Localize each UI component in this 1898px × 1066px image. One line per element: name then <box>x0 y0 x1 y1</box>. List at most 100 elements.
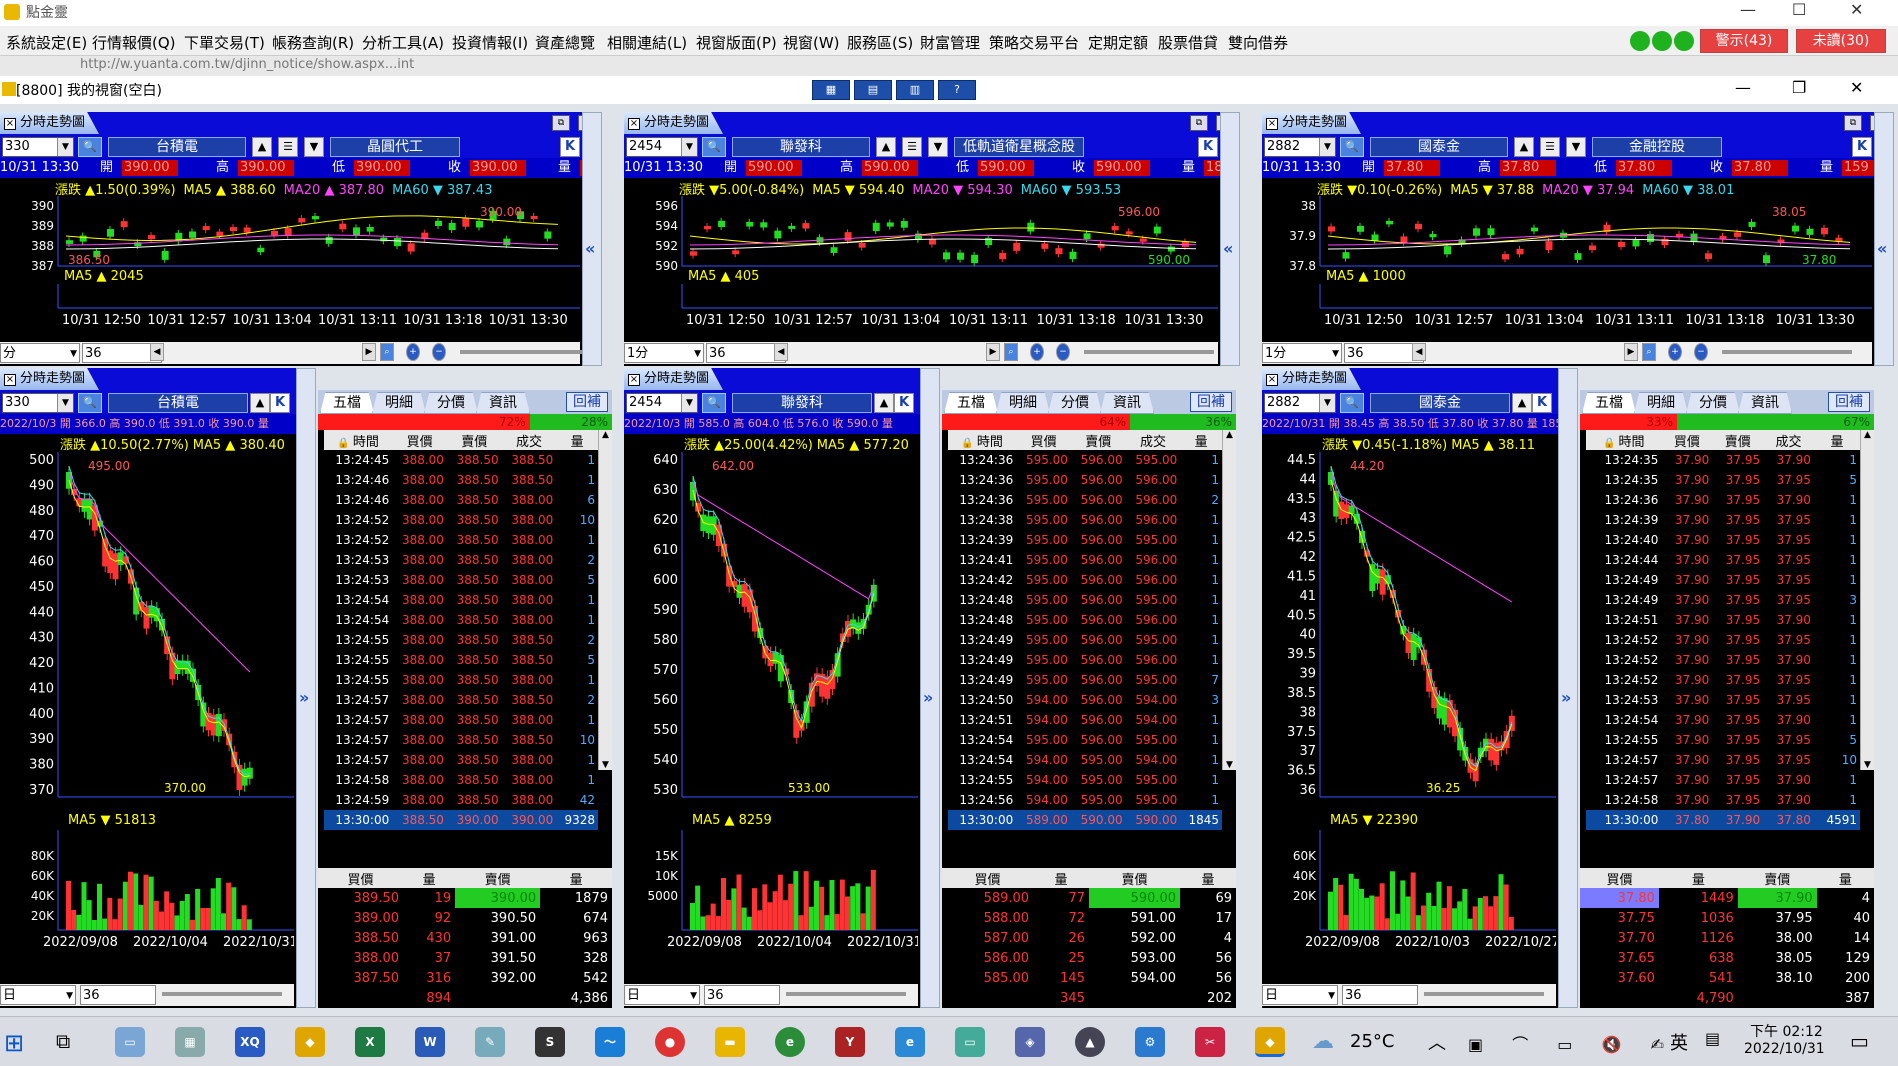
chevron-down-icon[interactable]: ▼ <box>1332 344 1339 364</box>
panel-tab[interactable]: × 分時走勢圖 <box>1262 112 1362 134</box>
industry-group-button[interactable]: 金融控股 <box>1592 137 1722 157</box>
stock-name-button[interactable]: 聯發科 <box>732 137 870 157</box>
search-icon[interactable]: 🔍 <box>702 393 726 413</box>
arrow-up-icon[interactable]: ▲ <box>876 137 896 157</box>
order-book-row[interactable]: 37.60 541 38.10 200 <box>1580 968 1874 988</box>
table-row[interactable]: 13:24:54 594.00 595.00 594.00 1 <box>948 750 1222 770</box>
tray-icons[interactable]: ▣ ⌒ ▭ 🔇 ✍ <box>1468 1031 1676 1055</box>
ime-indicator[interactable]: 英 <box>1670 1029 1688 1055</box>
arrow-up-icon[interactable]: ▲ <box>874 393 894 413</box>
list-icon[interactable]: ☰ <box>278 137 298 157</box>
scroll-left-icon[interactable]: ◀ <box>1412 343 1426 361</box>
chevron-down-icon[interactable]: ▼ <box>928 137 948 157</box>
refill-button[interactable]: 回補 <box>566 392 608 412</box>
chevron-down-icon[interactable]: ▼ <box>690 986 697 1006</box>
search-icon[interactable]: 🔍 <box>1340 393 1364 413</box>
chevron-down-icon[interactable]: ▼ <box>304 137 324 157</box>
chart-slider[interactable] <box>1424 992 1544 996</box>
chevron-right-icon[interactable]: » <box>923 688 933 707</box>
table-row[interactable]: 13:24:57 388.00 388.50 388.00 1 <box>324 710 598 730</box>
layout-1-button[interactable]: ▦ <box>812 80 850 100</box>
vpn-app-icon[interactable]: ▲ <box>1075 1027 1105 1057</box>
expand-sidebar[interactable]: » <box>920 368 940 1008</box>
stock-code-input[interactable]: 2882 ▼ <box>1264 137 1336 157</box>
table-row[interactable]: 13:24:58 388.00 388.50 388.00 1 <box>324 770 598 790</box>
order-book-row[interactable]: 388.00 37 391.50 328 <box>318 948 612 968</box>
stock-app-icon[interactable]: S <box>535 1027 565 1057</box>
close-panel-icon[interactable]: × <box>628 374 640 386</box>
zoom-in-icon[interactable]: + <box>1668 343 1682 361</box>
menu-item-15[interactable]: 股票借貸 <box>1158 32 1218 53</box>
chevron-left-icon[interactable]: « <box>1877 239 1887 258</box>
menu-item-16[interactable]: 雙向借券 <box>1228 32 1288 53</box>
table-row[interactable]: 13:24:57 388.00 388.50 388.50 2 <box>324 690 598 710</box>
table-row[interactable]: 13:24:55 388.00 388.50 388.50 2 <box>324 630 598 650</box>
table-row[interactable]: 13:24:38 595.00 596.00 596.00 1 <box>948 510 1222 530</box>
chevron-left-icon[interactable]: « <box>1223 239 1233 258</box>
table-row[interactable]: 13:24:44 37.90 37.95 37.95 1 <box>1586 550 1860 570</box>
close-panel-icon[interactable]: × <box>1266 118 1278 130</box>
tab-info[interactable]: 資訊 <box>476 392 530 414</box>
chevron-right-icon[interactable]: » <box>1561 688 1571 707</box>
count-input[interactable]: 36 <box>1342 985 1418 1005</box>
xq-app-icon[interactable]: XQ <box>235 1027 265 1057</box>
table-row[interactable]: 13:24:54 595.00 596.00 595.00 1 <box>948 730 1222 750</box>
chrome-icon[interactable]: ● <box>655 1027 685 1057</box>
table-row[interactable]: 13:24:52 388.00 388.50 388.00 10 <box>324 510 598 530</box>
order-book-row[interactable]: 37.80 1449 37.90 4 <box>1580 888 1874 908</box>
period-select[interactable]: 分 ▼ <box>0 343 80 363</box>
period-select[interactable]: 1分 ▼ <box>624 343 704 363</box>
ie-icon[interactable]: e <box>895 1027 925 1057</box>
network-app-icon[interactable]: ◈ <box>1015 1027 1045 1057</box>
expand-sidebar[interactable]: » <box>296 368 316 1008</box>
stock-code-input[interactable]: 2882 ▼ <box>1264 393 1336 413</box>
panel-tab[interactable]: × 分時走勢圖 <box>0 112 100 134</box>
scroll-left-icon[interactable]: ◀ <box>774 343 788 361</box>
close-icon[interactable]: ✕ <box>1850 0 1863 19</box>
tick-scrollbar[interactable]: ▲ ▼ <box>598 430 612 770</box>
close-panel-icon[interactable]: × <box>1266 374 1278 386</box>
chevron-down-icon[interactable]: ▼ <box>681 394 697 412</box>
menu-item-1[interactable]: 系統設定(E) <box>6 32 87 53</box>
tab-info[interactable]: 資訊 <box>1738 392 1792 414</box>
table-row[interactable]: 13:24:49 595.00 596.00 596.00 1 <box>948 650 1222 670</box>
menu-item-14[interactable]: 定期定額 <box>1088 32 1148 53</box>
zoom-out-icon[interactable]: − <box>432 343 446 361</box>
lock-icon[interactable]: 🔒 <box>337 438 349 449</box>
order-book-row[interactable]: 389.00 92 390.50 674 <box>318 908 612 928</box>
stock-code-input[interactable]: 330 ▼ <box>2 393 74 413</box>
chevron-left-icon[interactable]: « <box>585 239 595 258</box>
menu-item-9[interactable]: 視窗版面(P) <box>696 32 777 53</box>
table-row[interactable]: 13:24:36 37.90 37.95 37.90 1 <box>1586 490 1860 510</box>
order-book-row[interactable]: 585.00 145 594.00 56 <box>942 968 1236 988</box>
table-row[interactable]: 13:24:48 595.00 596.00 596.00 1 <box>948 610 1222 630</box>
order-book-row[interactable]: 387.50 316 392.00 542 <box>318 968 612 988</box>
tab-info[interactable]: 資訊 <box>1100 392 1154 414</box>
table-row[interactable]: 13:24:54 388.00 388.50 388.00 1 <box>324 610 598 630</box>
arrow-up-icon[interactable]: ▲ <box>1514 137 1534 157</box>
chart-slider[interactable] <box>786 992 906 996</box>
k-line-button[interactable]: K <box>270 393 290 413</box>
table-row[interactable]: 13:24:53 37.90 37.95 37.95 1 <box>1586 690 1860 710</box>
collapse-sidebar[interactable]: « <box>582 112 602 366</box>
menu-item-11[interactable]: 服務區(S) <box>847 32 913 53</box>
scroll-left-icon[interactable]: ◀ <box>150 343 164 361</box>
menu-item-8[interactable]: 相關連結(L) <box>607 32 687 53</box>
table-row[interactable]: 13:24:50 594.00 596.00 594.00 3 <box>948 690 1222 710</box>
table-row[interactable]: 13:24:49 37.90 37.95 37.95 3 <box>1586 590 1860 610</box>
k-line-button[interactable]: K <box>1198 137 1218 157</box>
stock-name-button[interactable]: 國泰金 <box>1370 393 1510 413</box>
notification-icon[interactable]: ▭ <box>1850 1029 1869 1053</box>
tab-price[interactable]: 分價 <box>1048 392 1102 414</box>
table-row[interactable]: 13:24:51 594.00 596.00 594.00 1 <box>948 710 1222 730</box>
chevron-down-icon[interactable]: ▼ <box>57 138 73 156</box>
settings-app-icon[interactable]: ⚙ <box>1135 1027 1165 1057</box>
scroll-right-icon[interactable]: ▶ <box>986 343 1000 361</box>
child-restore-icon[interactable]: ❐ <box>1792 78 1806 97</box>
order-book-row[interactable]: 389.50 19 390.00 1879 <box>318 888 612 908</box>
table-row[interactable]: 13:24:36 595.00 596.00 595.00 1 <box>948 450 1222 470</box>
scroll-down-icon[interactable]: ▼ <box>599 760 612 770</box>
stock-name-button[interactable]: 國泰金 <box>1370 137 1508 157</box>
edge-icon[interactable]: e <box>775 1027 805 1057</box>
table-row[interactable]: 13:30:00 388.50 390.00 390.00 9328 <box>324 810 598 830</box>
